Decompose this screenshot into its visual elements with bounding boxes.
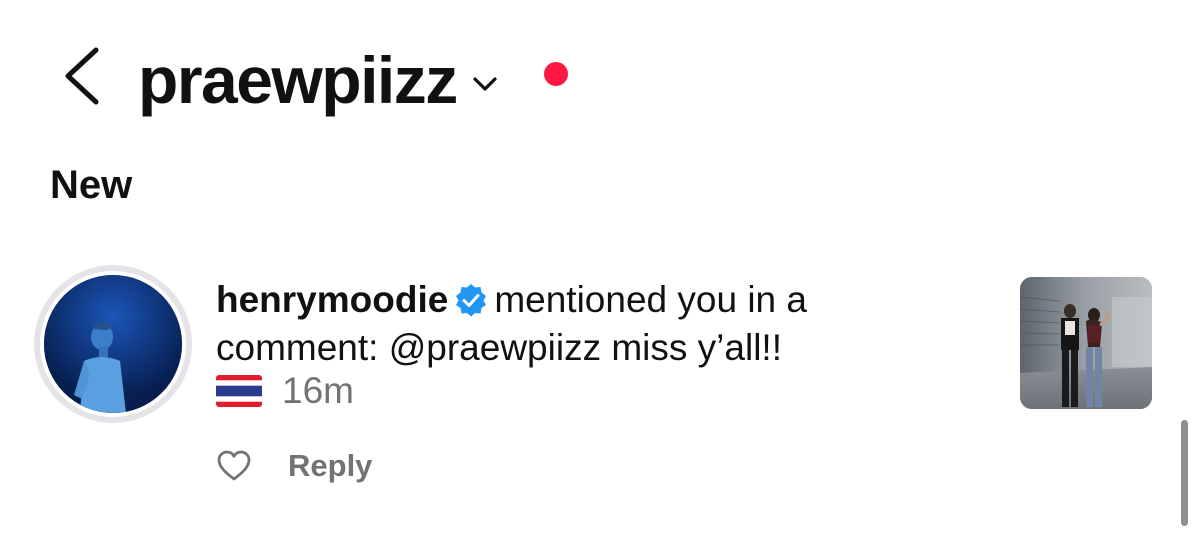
notification-dot: [544, 62, 568, 86]
scrollbar[interactable]: [1181, 420, 1188, 526]
mention-link[interactable]: @praewpiizz: [389, 327, 601, 368]
reply-button[interactable]: Reply: [288, 448, 372, 484]
chevron-down-icon: [473, 77, 497, 91]
notification-meta: 16m: [216, 368, 354, 414]
chevron-left-icon: [65, 47, 99, 105]
notification-item[interactable]: henrymoodie mentioned you in a comment: …: [0, 260, 1200, 490]
avatar-image: [44, 275, 182, 413]
back-button[interactable]: [52, 44, 112, 108]
notification-actions: Reply: [216, 444, 372, 488]
comment-text: miss y’all!!: [611, 327, 782, 368]
account-name: praewpiizz: [138, 43, 458, 117]
timestamp: 16m: [282, 370, 354, 411]
account-switcher[interactable]: praewpiizz: [138, 40, 499, 120]
username-link[interactable]: henrymoodie: [216, 279, 448, 320]
heart-outline-icon[interactable]: [216, 448, 252, 484]
header-bar: praewpiizz: [0, 0, 1200, 150]
verified-badge-icon: [456, 284, 487, 317]
notification-text: henrymoodie mentioned you in a comment: …: [216, 276, 896, 372]
thailand-flag-icon: [216, 375, 262, 407]
post-thumbnail[interactable]: [1020, 277, 1152, 409]
avatar[interactable]: [34, 265, 192, 423]
section-title-new: New: [50, 163, 133, 207]
